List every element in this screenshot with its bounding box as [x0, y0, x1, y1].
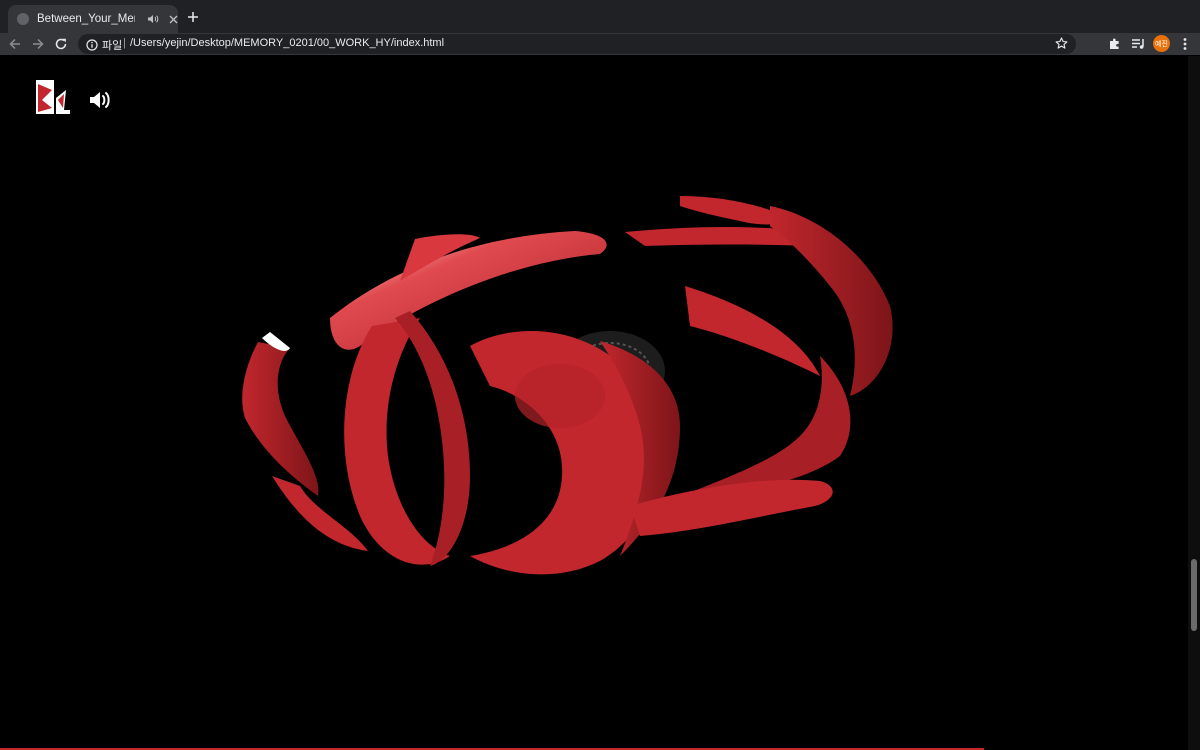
kebab-menu-icon[interactable]: [1177, 36, 1193, 52]
reload-icon[interactable]: [53, 36, 69, 52]
speaker-icon[interactable]: [147, 14, 159, 24]
tab-strip: Between_Your_Memories: [0, 0, 1200, 33]
profile-avatar[interactable]: 예진: [1153, 35, 1170, 52]
vertical-scrollbar[interactable]: [1188, 56, 1200, 750]
plus-icon[interactable]: [186, 10, 200, 24]
globe-icon: [17, 13, 29, 25]
browser-tab[interactable]: Between_Your_Memories: [8, 5, 178, 33]
back-arrow-icon[interactable]: [7, 36, 23, 52]
address-scheme-label: 파일: [102, 40, 123, 52]
tab-title: Between_Your_Memories: [37, 13, 135, 25]
star-icon[interactable]: [1055, 37, 1068, 55]
info-icon[interactable]: [86, 38, 98, 56]
volume-icon[interactable]: [88, 89, 112, 111]
red-3d-calligraphy-artwork: [242, 196, 893, 575]
close-icon[interactable]: [169, 15, 178, 24]
url-text[interactable]: /Users/yejin/Desktop/MEMORY_0201/00_WORK…: [130, 37, 444, 49]
scrollbar-thumb[interactable]: [1191, 559, 1197, 631]
address-separator: |: [123, 37, 126, 49]
address-bar[interactable]: 파일 | /Users/yejin/Desktop/MEMORY_0201/00…: [78, 34, 1076, 54]
page-viewport[interactable]: [0, 56, 1188, 748]
forward-arrow-icon[interactable]: [30, 36, 46, 52]
playlist-icon[interactable]: [1130, 36, 1146, 52]
site-logo[interactable]: [36, 80, 76, 116]
puzzle-icon[interactable]: [1107, 36, 1123, 52]
browser-toolbar: 파일 | /Users/yejin/Desktop/MEMORY_0201/00…: [0, 33, 1200, 55]
